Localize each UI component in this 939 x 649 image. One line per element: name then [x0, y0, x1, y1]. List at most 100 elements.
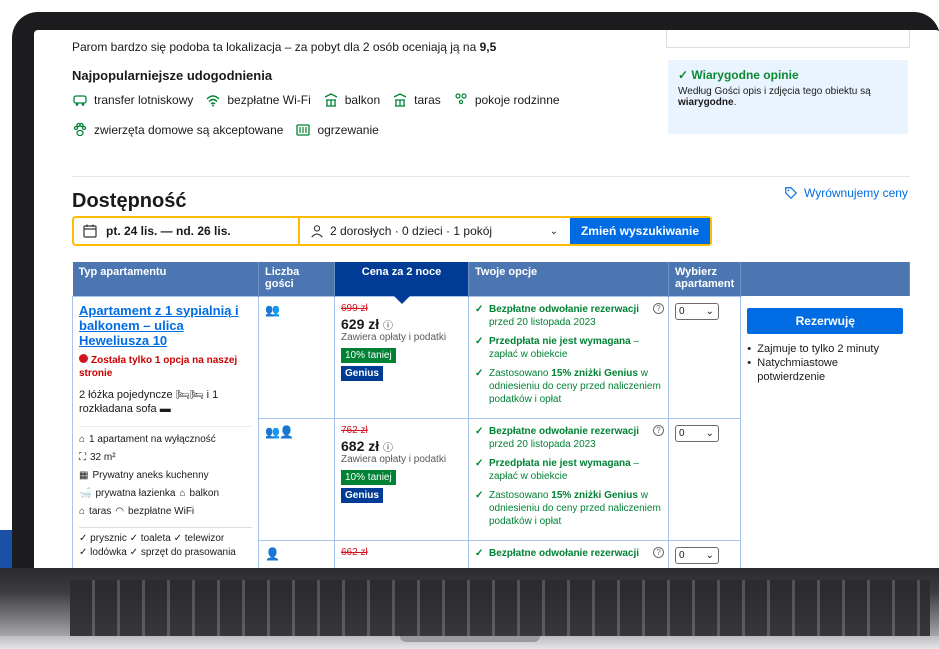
header-guests: Liczba gości: [258, 262, 335, 296]
price-match-link[interactable]: Wyrównujemy ceny: [784, 186, 908, 200]
options-cell: Bezpłatne odwołanie rezerwacji przed 20 …: [468, 295, 669, 419]
facility-terrace: taras: [392, 92, 441, 108]
reserve-cell: Rezerwuję Zajmuje to tylko 2 minuty Naty…: [740, 296, 910, 578]
home-icon: ⌂: [79, 433, 86, 445]
rooms-table: Typ apartamentu Liczba gości Cena za 2 n…: [72, 262, 910, 578]
no-prepayment: Przedpłata nie jest wymagana – zapłać w …: [475, 457, 662, 483]
genius-badge: Genius: [341, 487, 383, 503]
table-header-row: Typ apartamentu Liczba gości Cena za 2 n…: [72, 262, 910, 304]
facility-pets: zwierzęta domowe są akceptowane: [72, 122, 283, 138]
verified-text: Według Gości opis i zdjęcia tego obiektu…: [678, 86, 871, 108]
room-name-link[interactable]: Apartament z 1 sypialnią i balkonem – ul…: [79, 303, 252, 348]
free-cancellation: Bezpłatne odwołanie rezerwacji przed 20 …: [475, 424, 664, 451]
original-price: 699 zł: [341, 302, 368, 314]
free-cancellation: Bezpłatne odwołanie rezerwacji?: [475, 546, 664, 560]
rating-score: 9,5: [479, 40, 497, 54]
verified-reviews-box: ✓ Wiarygodne opinie Według Gości opis i …: [668, 60, 908, 134]
room-info-cell: Apartament z 1 sypialnią i balkonem – ul…: [72, 295, 259, 578]
guests-cell: 👥: [258, 295, 335, 419]
facility-heating: ogrzewanie: [295, 122, 379, 138]
alert-dot-icon: [79, 353, 88, 363]
price-cell: 699 zł 629 zł ⓘ Zawiera opłaty i podatki…: [334, 295, 469, 419]
family-icon: [455, 93, 467, 105]
discount-badge: 10% taniej: [341, 347, 396, 363]
search-stub: [666, 30, 910, 48]
apartment-count-select[interactable]: 0 ⌄: [675, 424, 719, 442]
facility-family-rooms: pokoje rodzinne: [453, 92, 560, 108]
help-icon[interactable]: ?: [653, 546, 664, 558]
chevron-down-icon: ⌄: [705, 549, 714, 561]
laptop-stage: Parom bardzo się podoba ta lokalizacja –…: [0, 0, 939, 649]
help-icon[interactable]: ?: [653, 424, 664, 436]
help-icon[interactable]: ?: [653, 302, 664, 314]
wifi-icon: [206, 95, 220, 107]
three-guests-icon: 👥👤: [265, 424, 294, 439]
header-price[interactable]: Cena za 2 noce: [334, 262, 469, 304]
section-divider: [72, 176, 910, 177]
two-guests-icon: 👥: [265, 302, 280, 317]
terrace-icon: [393, 93, 407, 107]
room-features: ✓ prysznic ✓ toaleta ✓ telewizor ✓ lodów…: [79, 526, 252, 560]
paw-icon: [73, 122, 87, 137]
price-note: Zawiera opłaty i podatki: [341, 453, 447, 465]
header-room-type: Typ apartamentu: [72, 262, 259, 296]
amenity-kitchen: ▦ Prywatny aneks kuchenny: [79, 467, 252, 485]
table-row: Apartament z 1 sypialnią i balkonem – ul…: [72, 295, 910, 578]
shuttle-icon: [73, 95, 87, 106]
laptop-notch: [400, 636, 540, 642]
facilities-row-2: zwierzęta domowe są akceptowane ogrzewan…: [72, 122, 379, 138]
original-price: 762 zł: [341, 424, 368, 436]
bath-icon: 🛁: [79, 487, 92, 499]
apartment-count-select[interactable]: 0 ⌄: [675, 302, 719, 320]
availability-title: Dostępność: [72, 190, 187, 212]
price-cell: 762 zł 682 zł ⓘ Zawiera opłaty i podatki…: [334, 417, 469, 541]
free-cancellation: Bezpłatne odwołanie rezerwacji przed 20 …: [475, 302, 664, 329]
apartment-count-select[interactable]: 0 ⌄: [675, 546, 719, 564]
header-select: Wybierz apartament: [668, 262, 742, 296]
person-icon: [311, 225, 323, 238]
sofa-bed-icon: ▬: [159, 402, 171, 415]
amenity-terrace-wifi: ⌂ taras ◠ bezpłatne WiFi: [79, 503, 252, 521]
laptop-keyboard: [70, 580, 930, 638]
current-price: 682 zł ⓘ: [341, 437, 394, 454]
reserve-button[interactable]: Rezerwuję: [747, 308, 904, 334]
genius-badge: Genius: [341, 365, 383, 381]
guests-cell: 👥👤: [258, 417, 335, 541]
header-empty: [740, 262, 910, 296]
heating-icon: [296, 124, 311, 136]
genius-discount: Zastosowano 15% zniżki Genius w odniesie…: [475, 367, 662, 406]
original-price: 662 zł: [341, 546, 368, 558]
terrace-icon: ⌂: [79, 505, 86, 517]
room-amenities: ⌂ 1 apartament na wyłączność ⛶ 32 m² ▦ Pryw…: [79, 425, 252, 521]
amenity-bathroom-balcony: 🛁 prywatna łazienka ⌂ balkon: [79, 485, 252, 503]
verified-title: ✓ Wiarygodne opinie: [678, 68, 799, 82]
guests-picker[interactable]: 2 dorosłych · 0 dzieci · 1 pokój ⌄: [300, 218, 570, 244]
info-icon[interactable]: ⓘ: [383, 443, 393, 454]
kitchen-icon: ▦: [79, 469, 89, 481]
reserve-benefits: Zajmuje to tylko 2 minuty Natychmiastowe…: [747, 342, 903, 384]
facilities-row-1: transfer lotniskowy bezpłatne Wi-Fi balk…: [72, 92, 560, 108]
availability-search-bar: pt. 24 lis. — nd. 26 lis. 2 dorosłych · …: [72, 216, 712, 246]
info-icon[interactable]: ⓘ: [383, 321, 393, 332]
wifi-icon: ◠: [115, 505, 125, 517]
chevron-down-icon: ⌄: [705, 427, 714, 439]
calendar-icon: [83, 224, 97, 238]
balcony-icon: [324, 93, 338, 107]
amenity-entire-apartment: ⌂ 1 apartament na wyłączność: [79, 431, 252, 449]
facility-wifi: bezpłatne Wi-Fi: [205, 92, 311, 108]
price-note: Zawiera opłaty i podatki: [341, 331, 447, 343]
select-cell: 0 ⌄: [667, 295, 742, 419]
change-search-button[interactable]: Zmień wyszukiwanie: [570, 218, 710, 244]
chevron-down-icon: ⌄: [549, 225, 558, 237]
date-picker[interactable]: pt. 24 lis. — nd. 26 lis.: [74, 218, 300, 244]
facility-balcony: balkon: [323, 92, 380, 108]
amenity-size: ⛶ 32 m²: [79, 449, 252, 467]
chevron-down-icon: ⌄: [705, 305, 714, 317]
facility-airport-shuttle: transfer lotniskowy: [72, 92, 193, 108]
no-prepayment: Przedpłata nie jest wymagana – zapłać w …: [475, 335, 662, 361]
browser-screen: Parom bardzo się podoba ta lokalizacja –…: [34, 30, 939, 578]
options-cell: Bezpłatne odwołanie rezerwacji przed 20 …: [468, 417, 669, 541]
rating-text: Parom bardzo się podoba ta lokalizacja –…: [72, 40, 477, 54]
discount-badge: 10% taniej: [341, 469, 396, 485]
genius-discount: Zastosowano 15% zniżki Genius w odniesie…: [475, 489, 662, 528]
